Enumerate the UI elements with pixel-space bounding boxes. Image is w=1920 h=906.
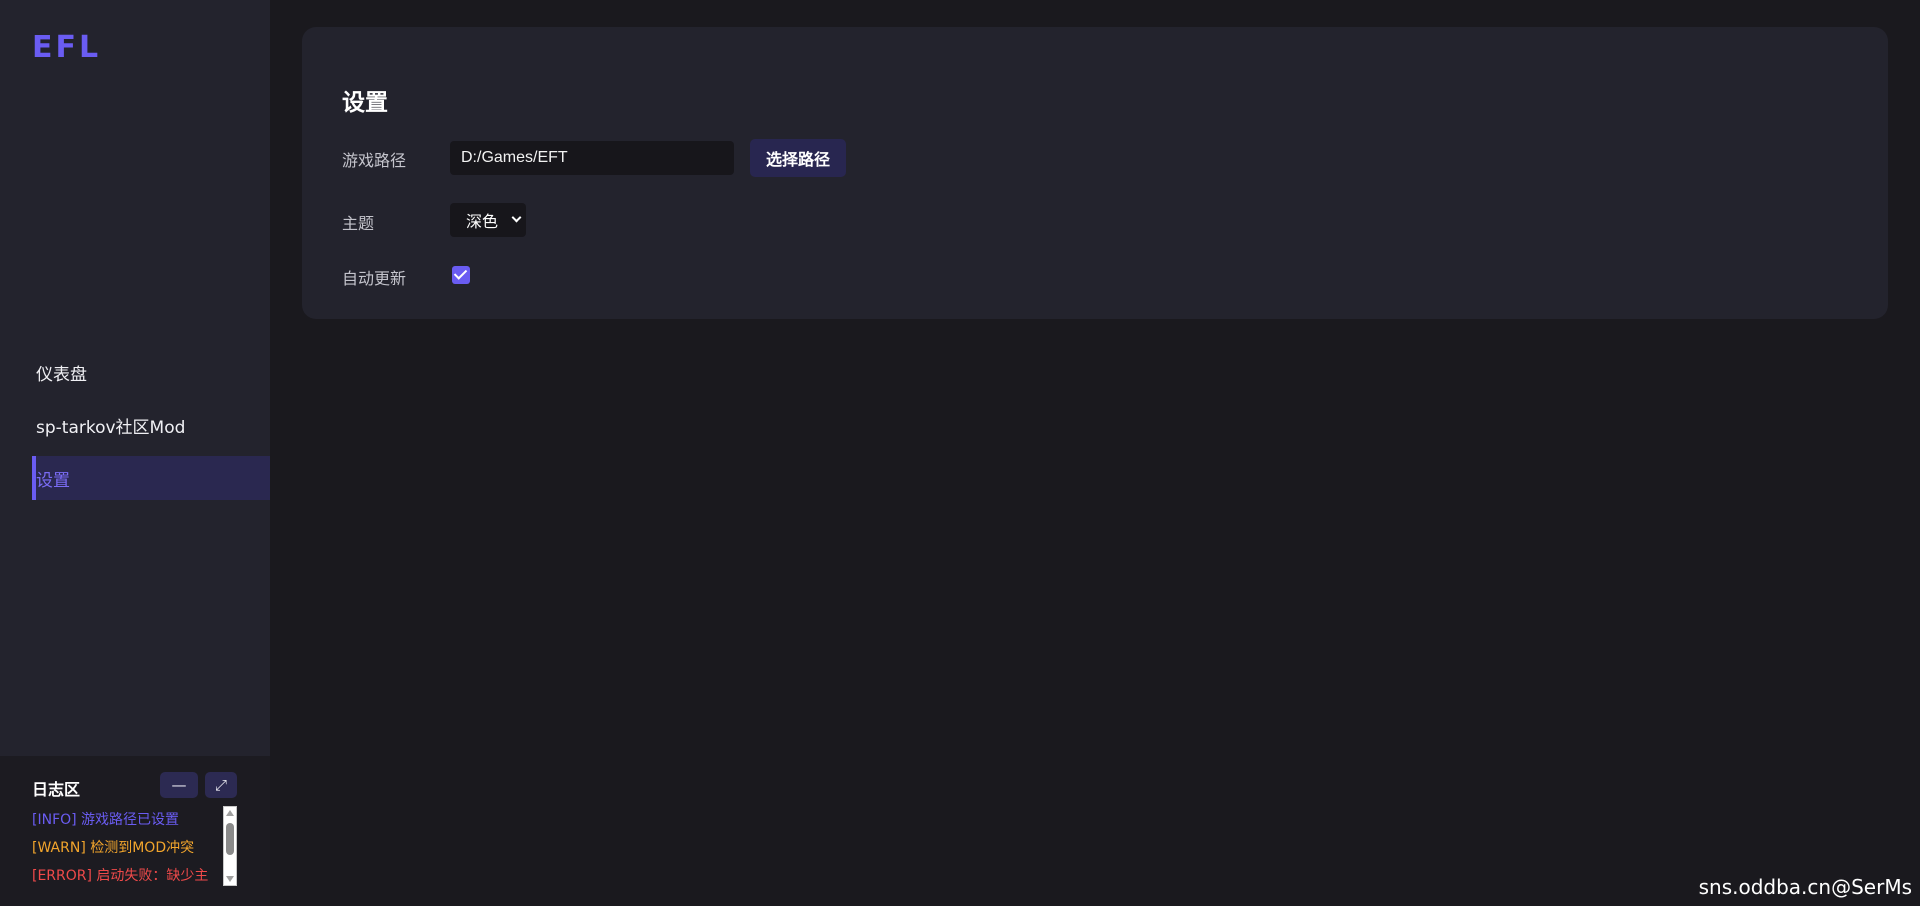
theme-select-value: 深色	[466, 212, 499, 231]
sidebar-nav: 仪表盘 sp-tarkov社区Mod 设置	[0, 350, 270, 509]
log-panel: 日志区 — ⤢ [INFO] 游戏路径已设置 [WARN] 检测到MOD冲突 […	[0, 756, 270, 906]
game-path-label: 游戏路径	[342, 151, 407, 170]
theme-select[interactable]: 深色	[450, 203, 526, 237]
sidebar-item-settings[interactable]: 设置	[32, 456, 270, 500]
sidebar-item-community-mods[interactable]: sp-tarkov社区Mod	[32, 403, 270, 447]
log-line-warn: [WARN] 检测到MOD冲突	[32, 840, 195, 856]
chevron-down-icon	[511, 212, 522, 223]
page-title: 设置	[342, 90, 388, 116]
theme-label: 主题	[342, 214, 375, 233]
scroll-up-icon[interactable]	[226, 810, 234, 816]
watermark: sns.oddba.cn@SerMs	[1698, 875, 1912, 899]
minimize-icon: —	[171, 776, 187, 794]
app-window: EFL 仪表盘 sp-tarkov社区Mod 设置 日志区 — ⤢ [INFO]…	[0, 0, 1920, 906]
log-minimize-button[interactable]: —	[160, 772, 198, 798]
log-expand-button[interactable]: ⤢	[205, 772, 237, 798]
log-title: 日志区	[32, 780, 81, 799]
log-scrollbar[interactable]	[223, 806, 237, 886]
sidebar-item-label: sp-tarkov社区Mod	[36, 417, 186, 438]
sidebar-item-dashboard[interactable]: 仪表盘	[32, 350, 270, 394]
log-line-error: [ERROR] 启动失败：缺少主	[32, 868, 209, 884]
sidebar-item-label: 仪表盘	[36, 364, 87, 385]
choose-path-button[interactable]: 选择路径	[750, 139, 846, 177]
log-list: [INFO] 游戏路径已设置 [WARN] 检测到MOD冲突 [ERROR] 启…	[32, 806, 222, 888]
settings-card: 设置 游戏路径 选择路径 主题 深色 自动更新	[302, 27, 1888, 319]
sidebar-item-label: 设置	[36, 470, 70, 491]
auto-update-label: 自动更新	[342, 269, 407, 288]
app-logo: EFL	[32, 30, 102, 65]
scroll-down-icon[interactable]	[226, 876, 234, 882]
auto-update-checkbox[interactable]	[452, 266, 470, 284]
game-path-input[interactable]	[450, 141, 734, 175]
scroll-thumb[interactable]	[226, 823, 234, 855]
expand-icon: ⤢	[214, 776, 227, 794]
log-line-info: [INFO] 游戏路径已设置	[32, 812, 180, 828]
sidebar: EFL 仪表盘 sp-tarkov社区Mod 设置 日志区 — ⤢ [INFO]…	[0, 0, 270, 906]
